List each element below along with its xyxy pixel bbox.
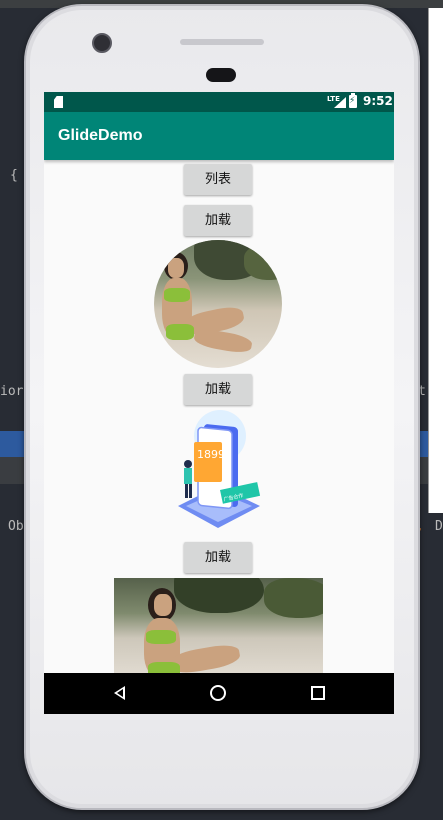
photo-face-2	[154, 594, 172, 616]
load-button-2[interactable]: 加载	[184, 374, 252, 405]
illus-person-head	[184, 460, 192, 468]
list-button[interactable]: 列表	[184, 164, 252, 195]
recents-icon[interactable]	[311, 686, 325, 700]
load-button-1[interactable]: 加载	[184, 205, 252, 236]
illus-person-leg-2	[189, 484, 192, 498]
earpiece-speaker	[180, 39, 264, 45]
sd-card-icon	[54, 96, 63, 108]
ide-code-fragment: ior	[0, 384, 24, 399]
app-bar: GlideDemo	[44, 112, 394, 160]
status-time: 9:52	[363, 94, 393, 108]
ide-side-panel	[428, 8, 443, 513]
photo-face	[168, 258, 184, 278]
photo-tree-2	[244, 245, 282, 280]
photo-swimsuit-top-2	[146, 630, 176, 644]
illus-person-leg	[185, 484, 188, 498]
status-bar: LTE 9:52	[44, 92, 394, 112]
navigation-bar	[44, 673, 394, 714]
illus-number: 1899	[197, 448, 225, 461]
photo-tree-4	[264, 578, 323, 618]
photo-swimsuit-top	[164, 288, 190, 302]
proximity-sensor	[206, 68, 236, 82]
rect-photo	[114, 578, 323, 673]
photo-tree-3	[174, 578, 264, 613]
illus-person-body	[184, 468, 192, 484]
ide-code-d: D	[435, 519, 443, 534]
ide-brace: {	[10, 168, 18, 183]
circle-photo	[154, 240, 282, 368]
photo-swimsuit-bottom	[166, 324, 194, 340]
back-icon[interactable]	[114, 686, 125, 700]
signal-icon	[334, 97, 346, 108]
home-icon[interactable]	[210, 685, 226, 701]
photo-swimsuit-bottom-2	[148, 662, 180, 673]
load-button-3[interactable]: 加载	[184, 542, 252, 573]
main-content[interactable]: 列表 加载 加载 1899 广告合作 加载	[44, 160, 394, 673]
photo-legs-2	[192, 327, 254, 355]
battery-icon	[349, 93, 357, 108]
ide-code-ob: Ob	[8, 519, 24, 534]
phone-illustration: 1899 广告合作	[178, 410, 261, 528]
device-screen: LTE 9:52 GlideDemo 列表 加载 加载	[44, 92, 394, 714]
front-camera	[92, 33, 112, 53]
app-title: GlideDemo	[58, 127, 143, 144]
